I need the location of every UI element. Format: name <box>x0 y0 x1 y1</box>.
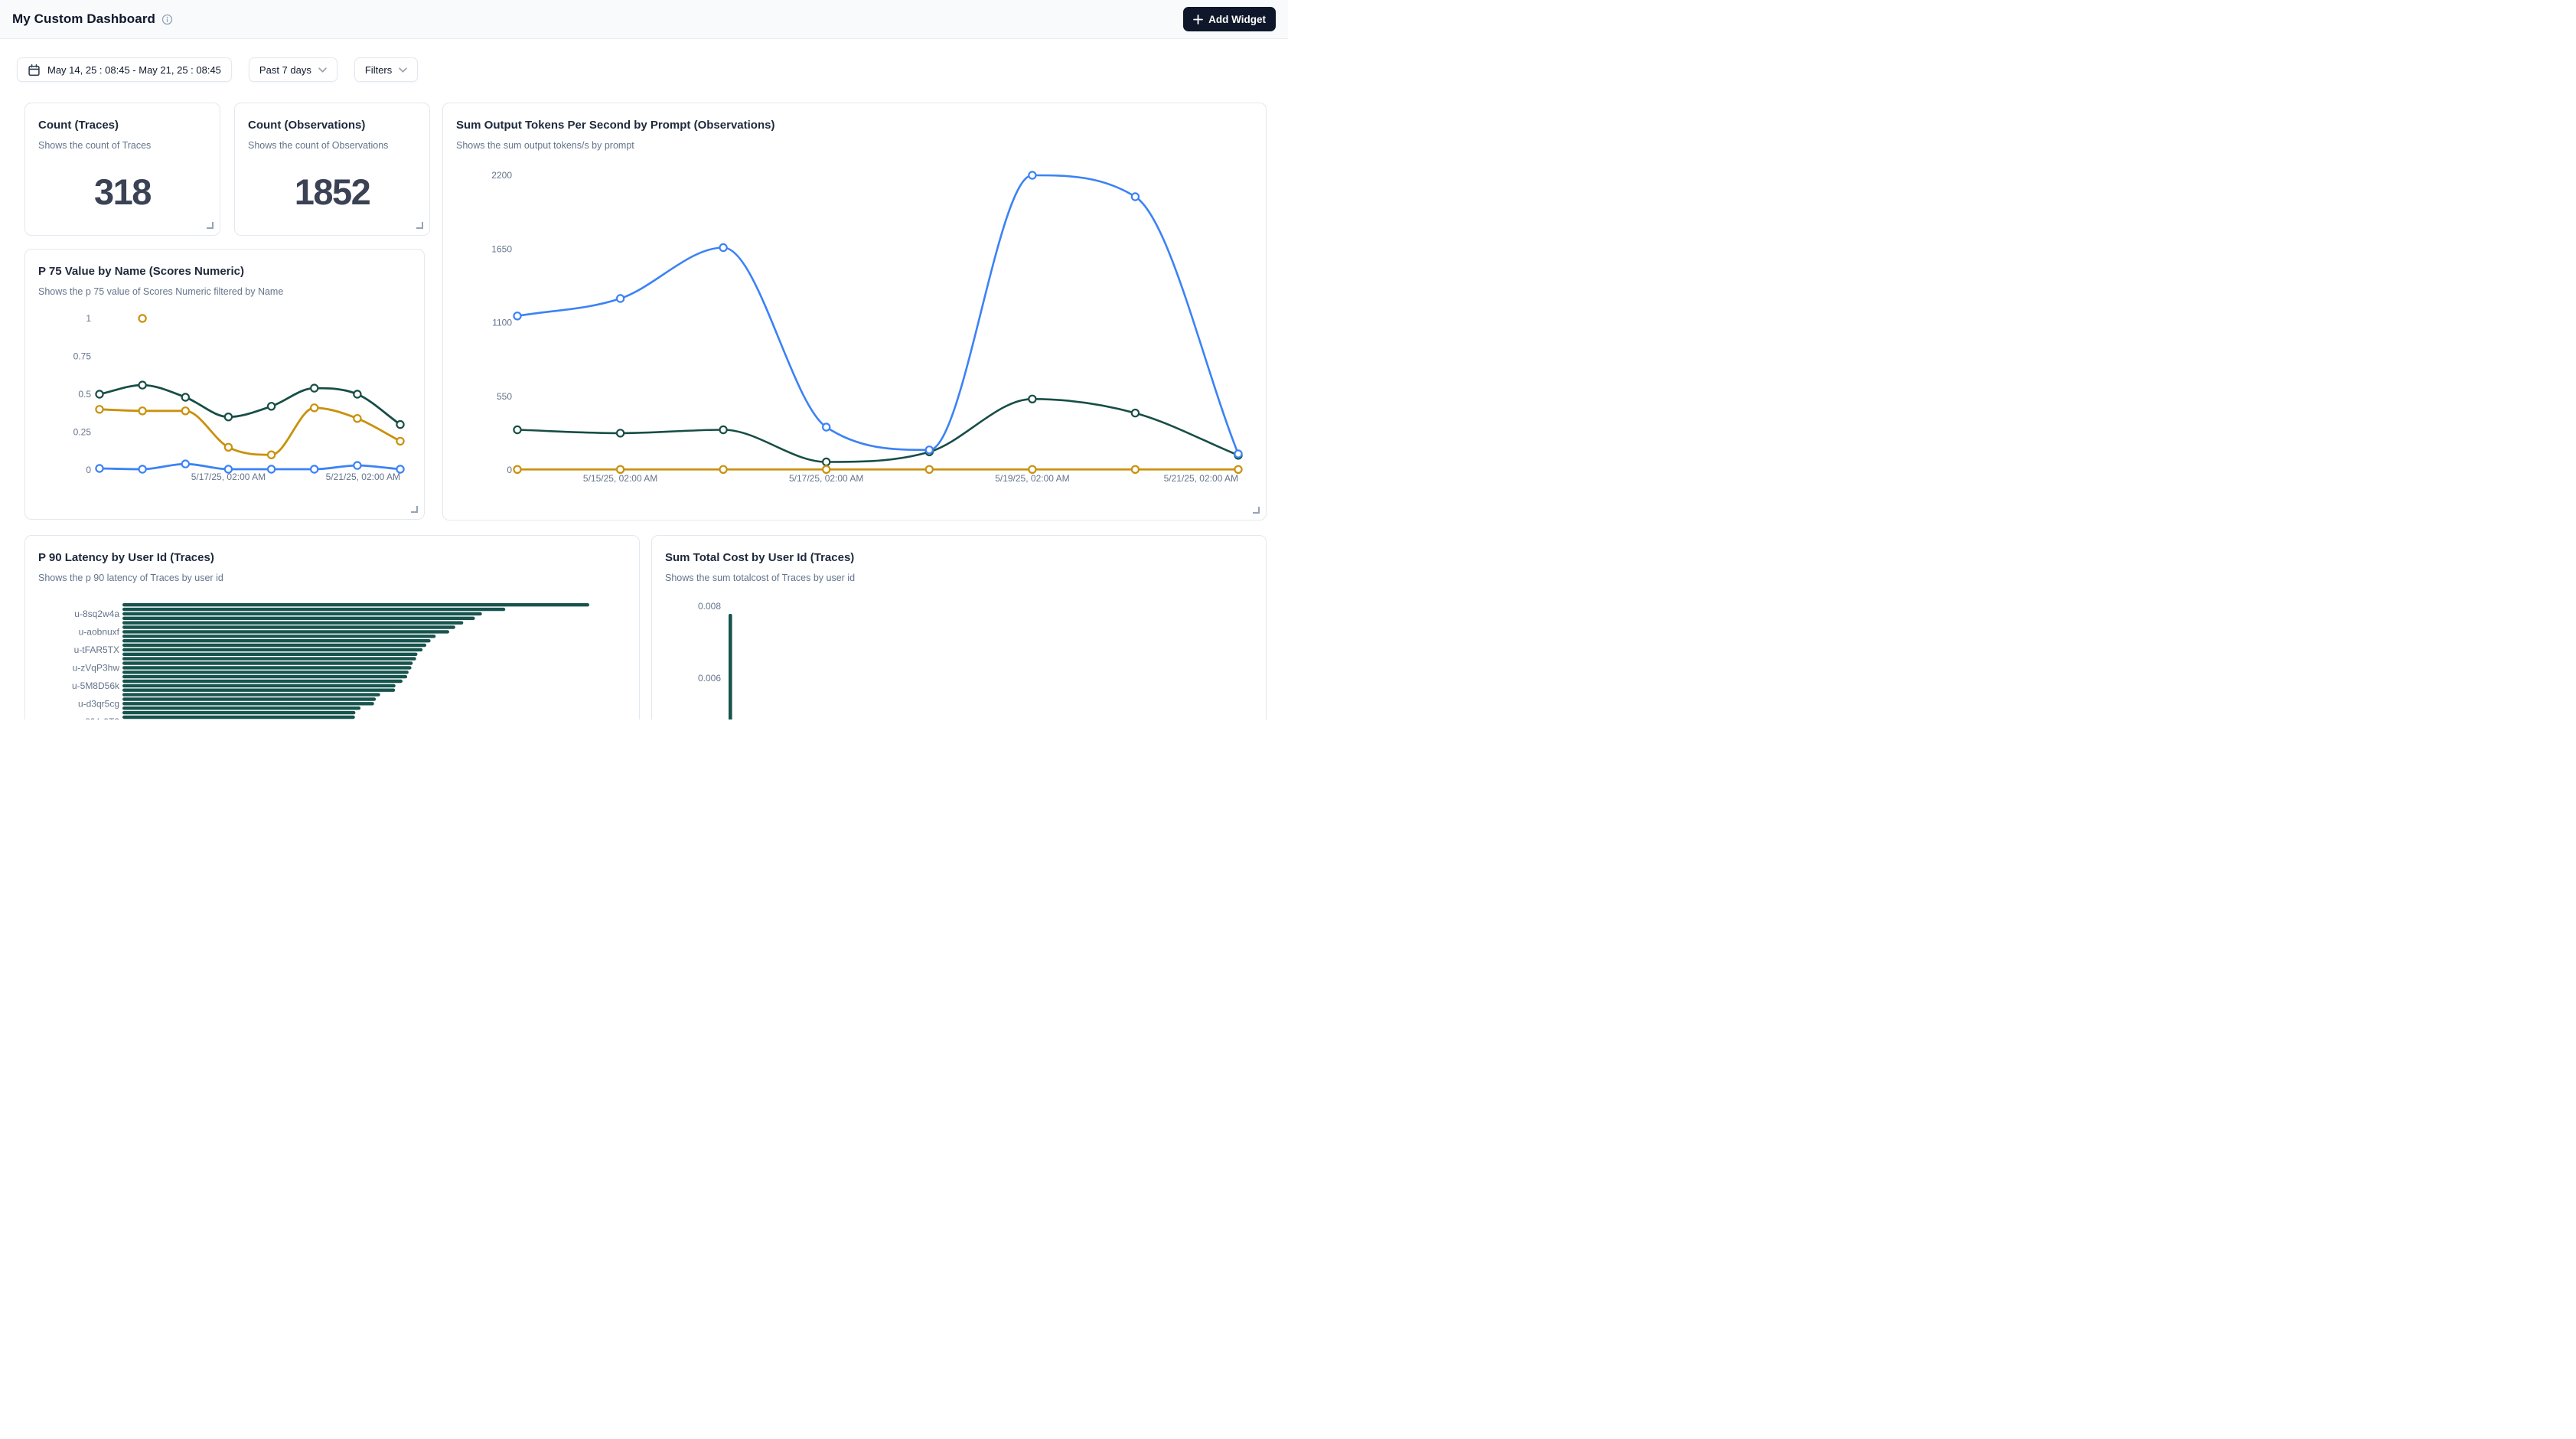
svg-text:5/21/25, 02:00 AM: 5/21/25, 02:00 AM <box>1164 473 1238 484</box>
svg-text:u-aobnuxf: u-aobnuxf <box>79 626 120 637</box>
filter-toolbar: May 14, 25 : 08:45 - May 21, 25 : 08:45 … <box>17 57 418 82</box>
widget-count-observations[interactable]: Count (Observations) Shows the count of … <box>234 103 430 236</box>
svg-text:5/17/25, 02:00 AM: 5/17/25, 02:00 AM <box>789 473 863 484</box>
resize-handle-icon[interactable] <box>416 222 423 229</box>
tokens-line-chart: 2200 1650 1100 550 0 5/15/25, 02:00 AM 5/17/25… <box>443 103 1267 520</box>
svg-text:u-zVqP3hw: u-zVqP3hw <box>73 662 120 673</box>
widget-title: P 90 Latency by User Id (Traces) <box>38 551 626 564</box>
svg-text:0.006: 0.006 <box>698 673 721 684</box>
svg-text:0.008: 0.008 <box>698 601 721 612</box>
date-range-label: May 14, 25 : 08:45 - May 21, 25 : 08:45 <box>47 64 221 76</box>
svg-text:u-5M8D56k: u-5M8D56k <box>72 680 120 691</box>
widget-subtitle: Shows the sum output tokens/s by prompt <box>456 140 1253 151</box>
widget-total-cost-chart[interactable]: 0.008 0.006 Sum Total Cost by User Id (Tr… <box>651 535 1267 720</box>
resize-handle-icon[interactable] <box>1253 507 1260 514</box>
widget-subtitle: Shows the count of Traces <box>38 140 207 151</box>
filters-dropdown[interactable]: Filters <box>354 57 418 82</box>
widget-title: Sum Total Cost by User Id (Traces) <box>665 551 1253 564</box>
widget-p90-latency-chart[interactable]: u-8sq2w4a u-aobnuxf u-tFAR5TX u-zVqP3hw u-5M… <box>24 535 640 720</box>
svg-text:2200: 2200 <box>491 170 512 181</box>
svg-text:u-tFAR5TX: u-tFAR5TX <box>74 644 119 655</box>
widget-title: P 75 Value by Name (Scores Numeric) <box>38 265 411 278</box>
date-range-picker[interactable]: May 14, 25 : 08:45 - May 21, 25 : 08:45 <box>17 57 232 82</box>
calendar-icon <box>28 64 41 77</box>
resize-handle-icon[interactable] <box>411 506 418 513</box>
resize-handle-icon[interactable] <box>207 222 214 229</box>
widget-title: Count (Traces) <box>38 119 207 132</box>
svg-text:0.75: 0.75 <box>73 351 92 362</box>
svg-text:1: 1 <box>86 313 91 324</box>
svg-text:1100: 1100 <box>492 318 512 328</box>
dashboard-page: My Custom Dashboard Add Widget May 14, 2… <box>0 0 1288 720</box>
widget-count-traces[interactable]: Count (Traces) Shows the count of Traces… <box>24 103 220 236</box>
widget-p75-scores-chart[interactable]: 1 0.75 0.5 0.25 0 5/17/25, 02:00 AM 5/21/25, 0… <box>24 249 425 520</box>
svg-text:0: 0 <box>86 465 91 475</box>
svg-text:5/17/25, 02:00 AM: 5/17/25, 02:00 AM <box>191 472 266 482</box>
widget-title: Count (Observations) <box>248 119 416 132</box>
widget-subtitle: Shows the p 75 value of Scores Numeric f… <box>38 286 411 297</box>
svg-text:5/19/25, 02:00 AM: 5/19/25, 02:00 AM <box>995 473 1069 484</box>
svg-text:u-8sq2w4a: u-8sq2w4a <box>74 609 119 619</box>
add-widget-button[interactable]: Add Widget <box>1183 7 1276 31</box>
filters-label: Filters <box>365 64 392 76</box>
plus-icon <box>1193 15 1203 24</box>
widget-subtitle: Shows the sum totalcost of Traces by use… <box>665 573 1253 583</box>
svg-text:0.25: 0.25 <box>73 427 92 438</box>
add-widget-label: Add Widget <box>1208 14 1266 25</box>
svg-text:u-d3qr5cg: u-d3qr5cg <box>78 698 119 709</box>
svg-text:u-8fVe9T3: u-8fVe9T3 <box>77 716 120 720</box>
page-title: My Custom Dashboard <box>12 11 155 27</box>
svg-text:0: 0 <box>507 465 512 475</box>
svg-text:1650: 1650 <box>491 243 512 254</box>
info-icon[interactable] <box>161 14 173 25</box>
count-value: 318 <box>25 171 220 213</box>
widget-title: Sum Output Tokens Per Second by Prompt (… <box>456 119 1253 132</box>
time-preset-dropdown[interactable]: Past 7 days <box>249 57 337 82</box>
count-value: 1852 <box>235 171 429 213</box>
svg-text:5/21/25, 02:00 AM: 5/21/25, 02:00 AM <box>326 472 400 482</box>
svg-text:550: 550 <box>497 391 512 402</box>
widget-tokens-per-second-chart[interactable]: 2200 1650 1100 550 0 5/15/25, 02:00 AM 5/17/25… <box>442 103 1267 520</box>
svg-text:5/15/25, 02:00 AM: 5/15/25, 02:00 AM <box>583 473 657 484</box>
chevron-down-icon <box>318 67 327 73</box>
page-header: My Custom Dashboard Add Widget <box>0 0 1288 39</box>
widget-subtitle: Shows the p 90 latency of Traces by user… <box>38 573 626 583</box>
svg-text:0.5: 0.5 <box>78 389 91 400</box>
time-preset-label: Past 7 days <box>259 64 311 76</box>
widget-subtitle: Shows the count of Observations <box>248 140 416 151</box>
chevron-down-icon <box>399 67 407 73</box>
